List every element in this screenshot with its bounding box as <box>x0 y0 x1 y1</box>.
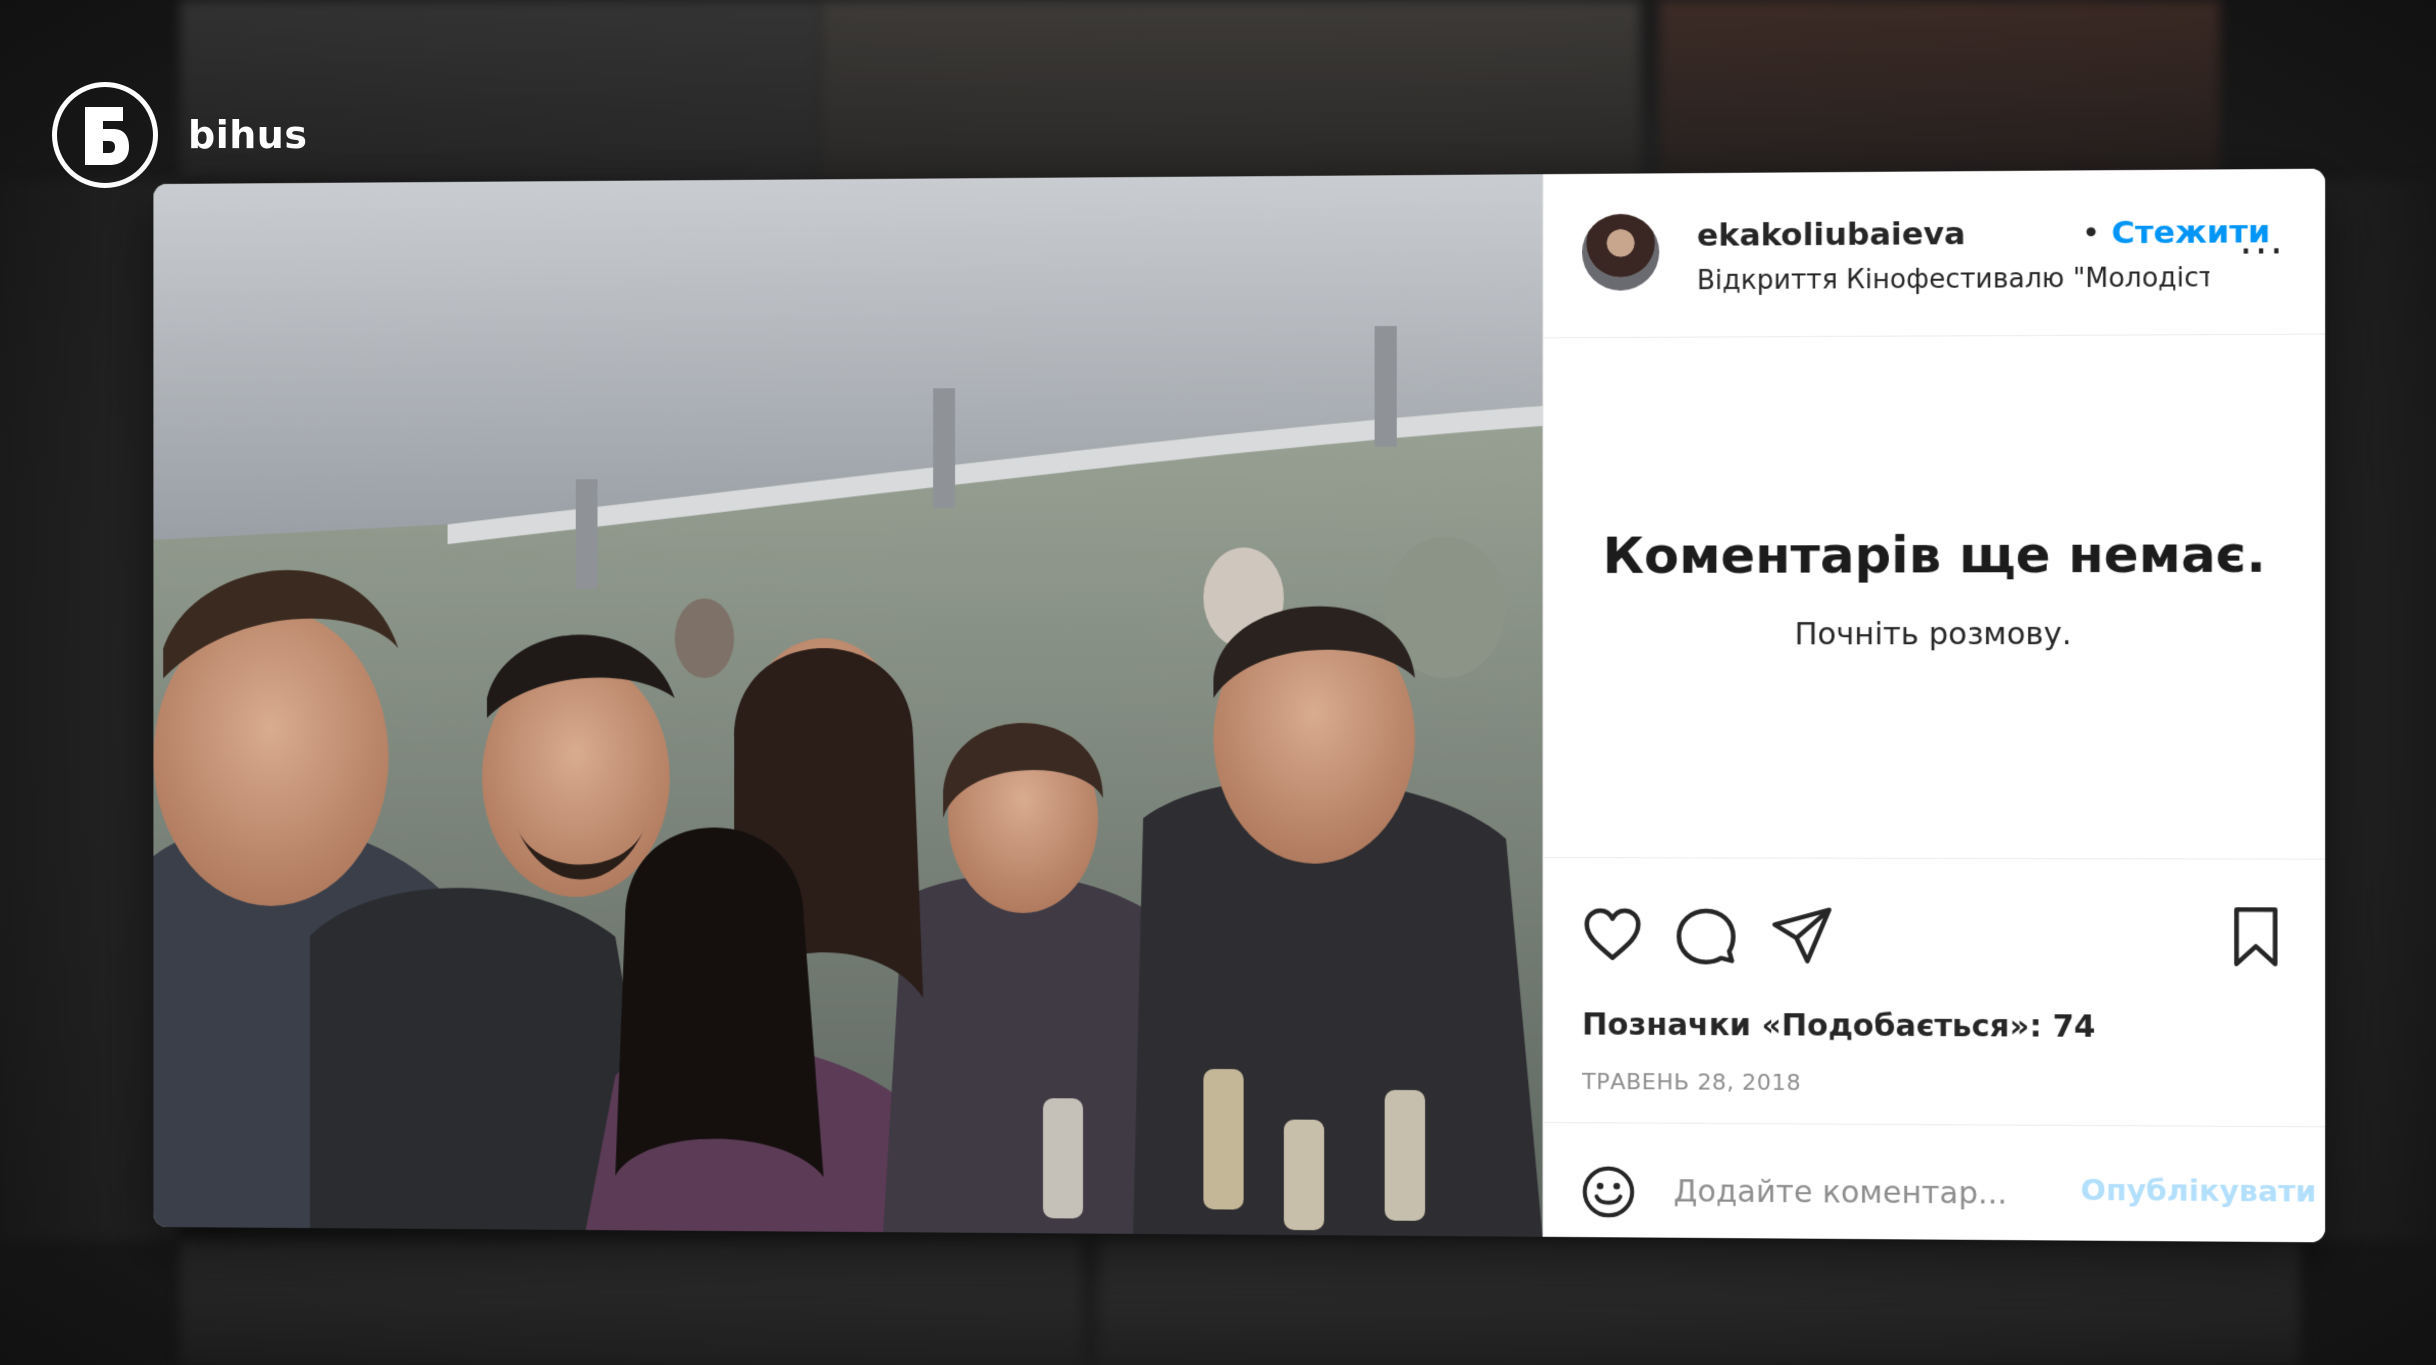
post-photo[interactable] <box>153 174 1543 1237</box>
background-blur-tile <box>820 0 1640 180</box>
post-date[interactable]: ТРАВЕНЬ 28, 2018 <box>1582 1070 1801 1096</box>
more-options-icon[interactable]: ... <box>2239 217 2285 264</box>
brand-name: bihus <box>188 113 308 157</box>
instagram-post-card: ekakoliubaieva • Стежити Відкриття Кіноф… <box>153 168 2326 1243</box>
background-blur-tile <box>180 1240 1080 1365</box>
comment-input[interactable] <box>1671 1166 2065 1220</box>
background-blur-tile <box>1660 0 2220 180</box>
comment-icon[interactable] <box>1674 903 1739 968</box>
video-frame: bihus ekakoliubaieva • Стежити Відкриття… <box>0 0 2436 1365</box>
post-header: ekakoliubaieva • Стежити Відкриття Кіноф… <box>1543 168 2326 339</box>
comment-composer: Опублікувати <box>1543 1121 2326 1240</box>
heart-icon[interactable] <box>1580 903 1645 968</box>
header-separator: • <box>2081 214 2101 252</box>
logo-glyph-icon <box>85 107 129 165</box>
publish-button[interactable]: Опублікувати <box>2081 1173 2317 1209</box>
empty-comments-subtitle: Почніть розмову. <box>1794 616 2072 653</box>
post-sidebar: ekakoliubaieva • Стежити Відкриття Кіноф… <box>1542 168 2326 1243</box>
bihus-logo-icon <box>52 82 158 188</box>
bihus-logo: bihus <box>52 82 307 188</box>
share-icon[interactable] <box>1769 903 1834 968</box>
likes-count[interactable]: Позначки «Подобається»: 74 <box>1582 1007 2095 1045</box>
post-actions-panel: Позначки «Подобається»: 74 ТРАВЕНЬ 28, 2… <box>1543 857 2326 1240</box>
empty-comments-title: Коментарів ще немає. <box>1602 524 2266 586</box>
username-link[interactable]: ekakoliubaieva <box>1697 216 1966 254</box>
emoji-icon[interactable] <box>1580 1163 1637 1220</box>
background-blur-tile <box>1100 1240 2300 1365</box>
bookmark-icon[interactable] <box>2223 904 2289 969</box>
location-link[interactable]: Відкриття Кінофестивалю "Молодість... <box>1697 263 2209 296</box>
avatar[interactable] <box>1582 213 1660 291</box>
group-selfie-photo <box>153 174 1543 1237</box>
